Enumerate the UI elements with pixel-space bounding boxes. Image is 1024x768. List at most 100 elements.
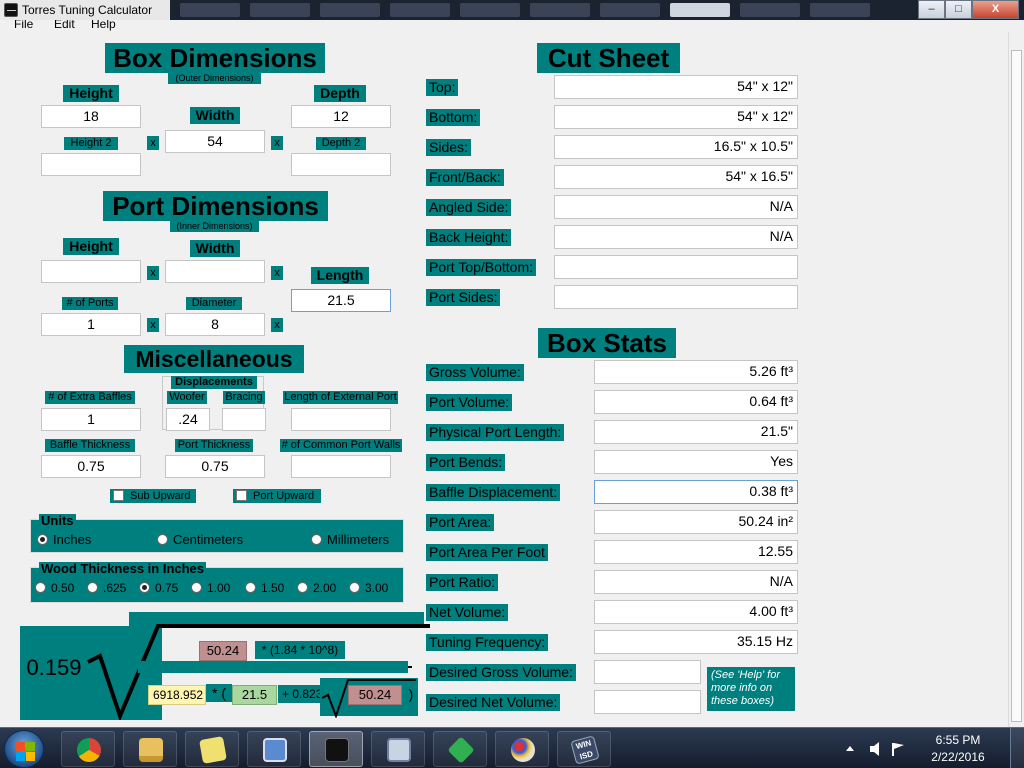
background-tab[interactable]: [390, 3, 450, 17]
radio-wood-200[interactable]: 2.00: [297, 581, 336, 595]
windows-logo-icon: [16, 752, 25, 761]
cut-sheet-value[interactable]: N/A: [554, 225, 798, 249]
box-stat-value[interactable]: 12.55: [594, 540, 798, 564]
radio-wood-050[interactable]: 0.50: [35, 581, 74, 595]
maximize-button[interactable]: □: [945, 0, 972, 19]
background-tab[interactable]: [460, 3, 520, 17]
taskbar-explorer[interactable]: [123, 731, 177, 767]
background-tab[interactable]: [320, 3, 380, 17]
woofer-displacement-input[interactable]: .24: [166, 408, 210, 431]
port-dimensions-heading: Port Dimensions: [103, 191, 328, 221]
taskbar-notes[interactable]: [185, 731, 239, 767]
show-desktop-button[interactable]: [1010, 728, 1024, 768]
cut-sheet-value[interactable]: 54" x 12": [554, 105, 798, 129]
box-stat-value[interactable]: 5.26 ft³: [594, 360, 798, 384]
menu-file[interactable]: File: [14, 20, 33, 30]
radio-dot[interactable]: [245, 582, 256, 593]
checkbox-box[interactable]: [113, 490, 124, 501]
radio-dot[interactable]: [349, 582, 360, 593]
taskbar-paint[interactable]: [495, 731, 549, 767]
taskbar-gem[interactable]: [433, 731, 487, 767]
sub-upward-checkbox[interactable]: Sub Upward: [110, 489, 196, 503]
background-tab[interactable]: [600, 3, 660, 17]
radio-dot[interactable]: [35, 582, 46, 593]
radio-dot[interactable]: [191, 582, 202, 593]
box-stat-value[interactable]: N/A: [594, 570, 798, 594]
cut-sheet-value[interactable]: 54" x 12": [554, 75, 798, 99]
background-tab[interactable]: [530, 3, 590, 17]
box-width-input[interactable]: 54: [165, 130, 265, 153]
taskbar-control-panel[interactable]: [247, 731, 301, 767]
diameter-input[interactable]: 8: [165, 313, 265, 336]
background-tab[interactable]: [670, 3, 730, 17]
radio-dot[interactable]: [297, 582, 308, 593]
port-height-input[interactable]: [41, 260, 141, 283]
menu-edit[interactable]: Edit: [54, 20, 75, 30]
radio-dot[interactable]: [139, 582, 150, 593]
port-width-input[interactable]: [165, 260, 265, 283]
sub-upward-label: Sub Upward: [130, 490, 191, 502]
port-thickness-input[interactable]: 0.75: [165, 455, 265, 478]
clock-time[interactable]: 6:55 PM: [918, 733, 998, 747]
vertical-scrollbar[interactable]: [1008, 32, 1024, 727]
background-tab[interactable]: [810, 3, 870, 17]
box-depth-input[interactable]: 12: [291, 105, 391, 128]
external-port-input[interactable]: [291, 408, 391, 431]
port-length-input[interactable]: 21.5: [291, 289, 391, 312]
box-stat-value[interactable]: 50.24 in²: [594, 510, 798, 534]
box-height-input[interactable]: 18: [41, 105, 141, 128]
box-depth2-input[interactable]: [291, 153, 391, 176]
wood-thickness-group-label: Wood Thickness in Inches: [39, 561, 207, 576]
radio-wood-0625[interactable]: .625: [87, 581, 126, 595]
baffle-thickness-input[interactable]: 0.75: [41, 455, 141, 478]
system-tray-icons[interactable]: [844, 741, 914, 757]
radio-inches[interactable]: Inches: [37, 533, 91, 547]
checkbox-box[interactable]: [236, 490, 247, 501]
cut-sheet-value[interactable]: 16.5" x 10.5": [554, 135, 798, 159]
radio-dot[interactable]: [87, 582, 98, 593]
background-tab[interactable]: [250, 3, 310, 17]
port-upward-checkbox[interactable]: Port Upward: [233, 489, 321, 503]
radio-wood-075[interactable]: 0.75: [139, 581, 178, 595]
box-stat-value[interactable]: 0.38 ft³: [594, 480, 798, 504]
cut-sheet-value[interactable]: N/A: [554, 195, 798, 219]
cut-sheet-value[interactable]: 54" x 16.5": [554, 165, 798, 189]
taskbar-chrome[interactable]: [61, 731, 115, 767]
start-button[interactable]: [4, 730, 44, 768]
radio-dot[interactable]: [157, 534, 168, 545]
cut-sheet-value[interactable]: [554, 285, 798, 309]
background-tab[interactable]: [180, 3, 240, 17]
taskbar-torres-tuning[interactable]: [309, 731, 363, 767]
desired-net-input[interactable]: [594, 690, 701, 714]
num-ports-input[interactable]: 1: [41, 313, 141, 336]
radio-wood-150[interactable]: 1.50: [245, 581, 284, 595]
cut-sheet-value[interactable]: [554, 255, 798, 279]
background-tab[interactable]: [740, 3, 800, 17]
windows-logo-icon: [26, 742, 35, 751]
taskbar-calculator[interactable]: [371, 731, 425, 767]
box-stat-value[interactable]: 4.00 ft³: [594, 600, 798, 624]
radio-millimeters[interactable]: Millimeters: [311, 533, 389, 547]
radio-wood-300[interactable]: 3.00: [349, 581, 388, 595]
box-stat-value[interactable]: 0.64 ft³: [594, 390, 798, 414]
chrome-icon: [77, 738, 101, 762]
box-height2-input[interactable]: [41, 153, 141, 176]
radio-dot[interactable]: [37, 534, 48, 545]
radio-wood-100[interactable]: 1.00: [191, 581, 230, 595]
minimize-button[interactable]: –: [918, 0, 945, 19]
scrollbar-thumb[interactable]: [1011, 50, 1022, 722]
box-stat-value[interactable]: 35.15 Hz: [594, 630, 798, 654]
common-port-walls-label: # of Common Port Walls: [280, 439, 402, 452]
taskbar-winisd[interactable]: WIN ISD: [557, 731, 611, 767]
box-stat-value[interactable]: 21.5": [594, 420, 798, 444]
radio-centimeters[interactable]: Centimeters: [157, 533, 243, 547]
desired-gross-input[interactable]: [594, 660, 701, 684]
close-button[interactable]: X: [972, 0, 1019, 19]
box-stat-value[interactable]: Yes: [594, 450, 798, 474]
common-port-walls-input[interactable]: [291, 455, 391, 478]
clock-date[interactable]: 2/22/2016: [918, 750, 998, 764]
menu-help[interactable]: Help: [91, 20, 116, 30]
radio-dot[interactable]: [311, 534, 322, 545]
bracing-displacement-input[interactable]: [222, 408, 266, 431]
extra-baffles-input[interactable]: 1: [41, 408, 141, 431]
